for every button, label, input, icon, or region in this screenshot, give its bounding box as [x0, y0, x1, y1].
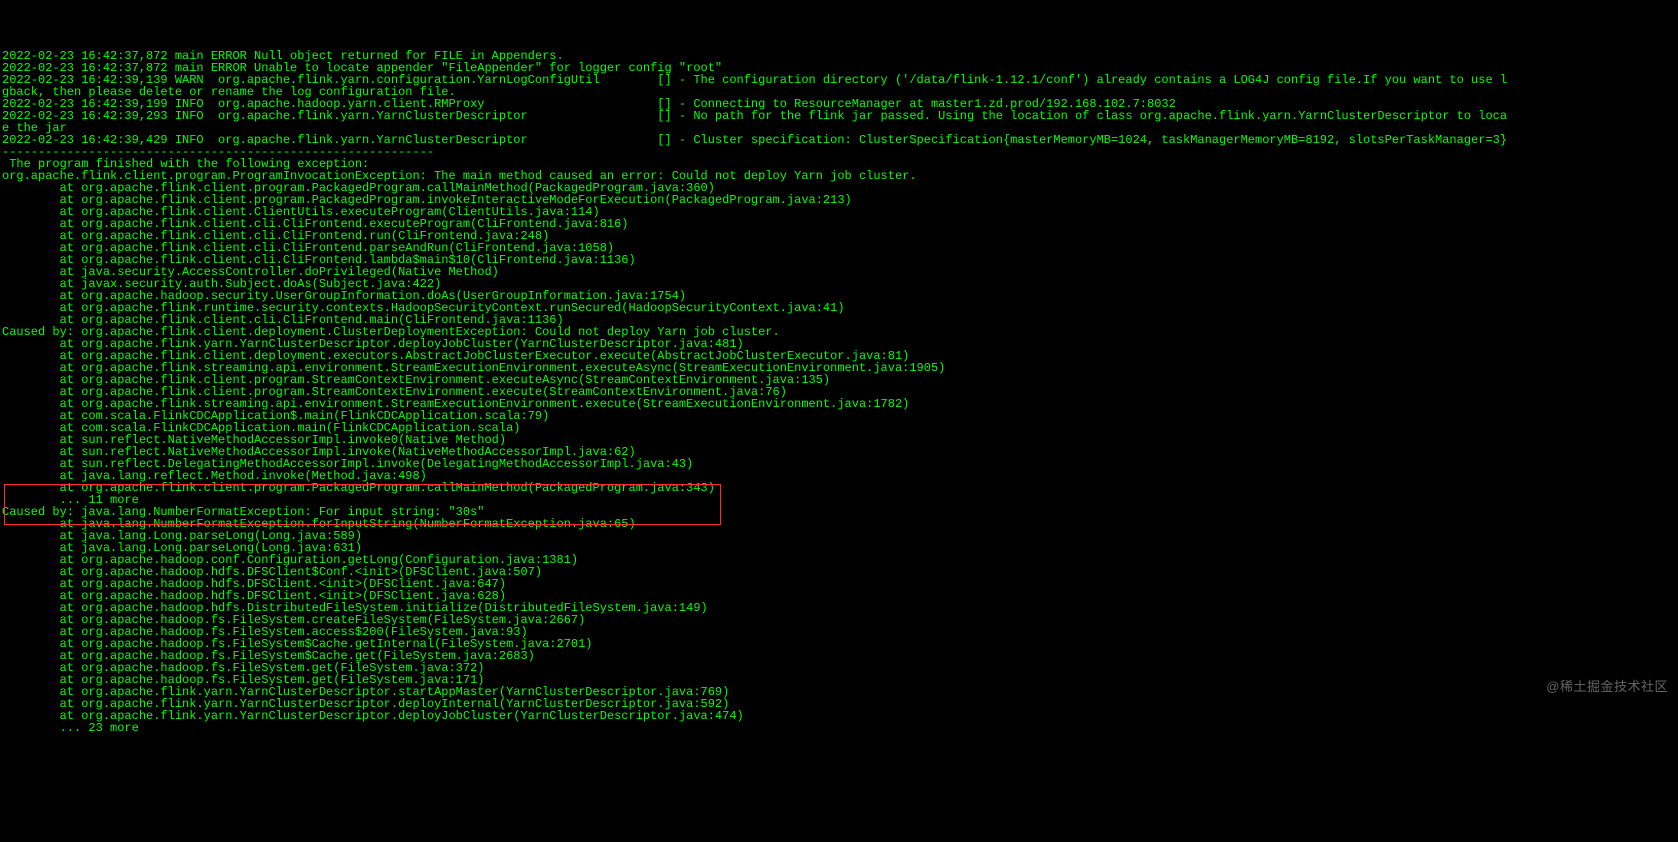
watermark-text: @稀土掘金技术社区 — [1546, 681, 1668, 693]
log-line[interactable]: 2022-02-23 16:42:39,293 INFO org.apache.… — [2, 110, 1676, 122]
log-line[interactable]: at org.apache.flink.client.program.Packa… — [2, 482, 1676, 494]
log-line[interactable]: at org.apache.flink.yarn.YarnClusterDesc… — [2, 710, 1676, 722]
log-line[interactable]: ... 23 more — [2, 722, 1676, 734]
terminal-output[interactable]: 2022-02-23 16:42:37,872 main ERROR Null … — [2, 50, 1676, 734]
